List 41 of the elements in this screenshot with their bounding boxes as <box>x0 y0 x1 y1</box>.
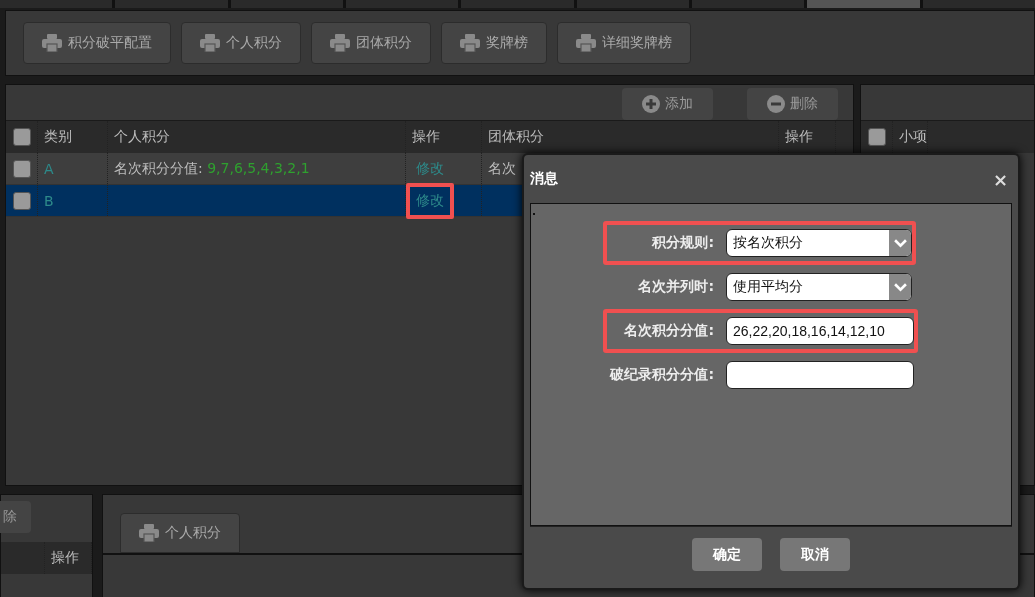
input-field[interactable] <box>726 361 914 389</box>
plus-circle-icon <box>642 94 660 113</box>
printer-icon <box>330 34 350 52</box>
cancel-button[interactable]: 取消 <box>780 538 850 571</box>
add-button[interactable]: 添加 <box>622 87 713 120</box>
field-label: 破纪录积分分值: <box>608 366 714 384</box>
checkbox[interactable] <box>12 191 31 210</box>
printer-icon <box>200 34 220 52</box>
field-label: 积分规则: <box>650 234 714 252</box>
checkbox[interactable] <box>867 128 886 146</box>
print-button[interactable]: 详细奖牌榜 <box>557 22 691 64</box>
print-button[interactable]: 积分破平配置 <box>23 22 171 64</box>
minus-circle-icon <box>767 94 785 113</box>
chevron-down-icon <box>893 238 907 248</box>
print-button[interactable]: 团体积分 <box>311 22 431 64</box>
dropdown[interactable]: 使用平均分 <box>726 273 912 301</box>
field-label: 名次并列时: <box>637 278 714 296</box>
column-header: 操作 <box>44 542 92 574</box>
dropdown[interactable]: 按名次积分 <box>726 229 912 257</box>
printer-icon <box>139 524 159 542</box>
close-button[interactable]: × <box>988 168 1012 190</box>
input-field[interactable]: 26,22,20,18,16,14,12,10 <box>726 317 914 345</box>
printer-icon <box>42 34 62 52</box>
print-button[interactable]: 个人积分 <box>181 22 301 64</box>
print-button[interactable]: 奖牌榜 <box>441 22 547 64</box>
table-cell: 名次积分分值: 9,7,6,5,4,3,2,1 <box>114 159 310 178</box>
delete-button[interactable]: 删除 <box>747 87 838 120</box>
table-cell: B <box>38 185 108 216</box>
dialog-title: 消息 <box>530 170 558 188</box>
confirm-button[interactable]: 确定 <box>692 538 762 571</box>
printer-icon <box>576 34 596 52</box>
table-cell: A <box>38 153 108 184</box>
field-label: 名次积分分值: <box>623 322 714 340</box>
table-cell: 名次 <box>488 159 516 178</box>
chevron-down-icon <box>893 282 907 292</box>
printer-icon <box>460 34 480 52</box>
edit-link[interactable]: 修改 <box>406 182 454 219</box>
delete-button[interactable]: 除 <box>0 501 31 533</box>
print-button[interactable]: 个人积分 <box>120 513 240 553</box>
checkbox[interactable] <box>12 128 31 146</box>
checkbox[interactable] <box>12 159 31 178</box>
